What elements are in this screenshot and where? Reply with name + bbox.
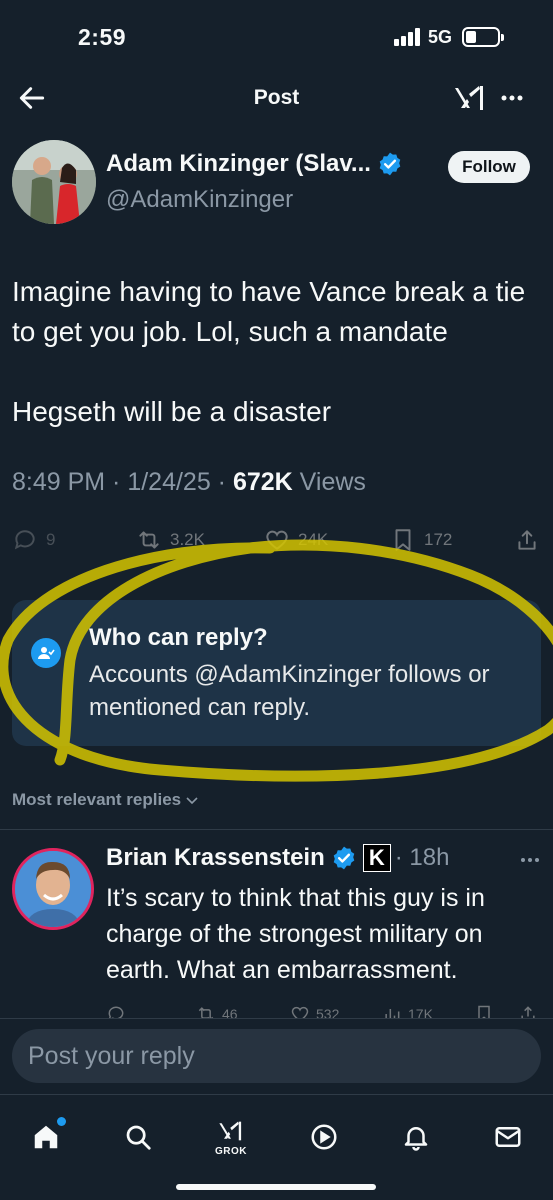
header: Post — [0, 70, 553, 126]
reply-name-row: Brian Krassenstein K · 18h — [106, 844, 449, 872]
nav-grok[interactable]: GROK — [203, 1109, 259, 1165]
sort-replies-label: Most relevant replies — [12, 790, 182, 809]
repost-count: 3.2K — [170, 530, 205, 549]
author-avatar[interactable] — [12, 140, 96, 224]
notification-dot — [57, 1117, 66, 1126]
nav-messages[interactable] — [480, 1109, 536, 1165]
grok-label: GROK — [215, 1146, 247, 1157]
post-actions: 9 3.2K 24K 172 — [0, 522, 553, 558]
reply-more-options-icon[interactable] — [518, 848, 542, 872]
status-time: 2:59 — [78, 24, 127, 50]
status-bar: 2:59 5G — [0, 0, 553, 70]
battery-icon — [462, 27, 504, 47]
divider — [0, 829, 553, 830]
more-options-icon[interactable] — [498, 84, 526, 112]
share-icon — [518, 530, 536, 550]
reply-count: 9 — [46, 530, 56, 549]
verified-badge-icon — [333, 846, 355, 870]
home-icon — [34, 1125, 58, 1149]
reply-action[interactable]: 9 — [12, 522, 55, 558]
author-name-row: Adam Kinzinger (Slav... — [106, 150, 403, 178]
post-text-line: Hegseth will be a disaster — [12, 396, 332, 427]
who-can-reply-text: Accounts @AdamKinzinger follows or menti… — [89, 661, 490, 721]
network-label: 5G — [428, 27, 453, 47]
post-text-line: Imagine having to have Vance break a tie… — [12, 276, 526, 347]
repost-action[interactable]: 3.2K — [136, 522, 205, 558]
who-can-reply-title: Who can reply? — [89, 624, 268, 651]
post-text: Imagine having to have Vance break a tie… — [12, 272, 542, 432]
like-count: 24K — [298, 530, 329, 549]
views-count[interactable]: 672K — [233, 468, 293, 496]
signal-icon — [394, 28, 422, 46]
author-name[interactable]: Adam Kinzinger (Slav... — [106, 150, 371, 178]
reply-author-name[interactable]: Brian Krassenstein — [106, 844, 325, 872]
post-timestamp: 8:49 PM · 1/24/25 · — [12, 468, 233, 496]
like-action[interactable]: 24K — [264, 522, 328, 558]
reply-text: It’s scary to think that this guy is in … — [106, 884, 485, 984]
reply-timestamp: · 18h — [394, 844, 450, 871]
who-can-reply-card: Who can reply? Accounts @AdamKinzinger f… — [12, 600, 541, 746]
nav-video[interactable] — [296, 1109, 352, 1165]
nav-home[interactable] — [18, 1109, 74, 1165]
bell-icon — [404, 1127, 428, 1151]
author-handle: @AdamKinzinger — [106, 186, 294, 213]
nav-notifications[interactable] — [388, 1109, 444, 1165]
post-meta: 8:49 PM · 1/24/25 · 672K Views — [12, 468, 366, 497]
views-label: Views — [292, 468, 366, 496]
grok-icon[interactable] — [452, 80, 488, 116]
reply-icon — [14, 530, 35, 550]
verified-badge-icon — [379, 152, 401, 176]
grok-icon — [219, 1121, 242, 1141]
affiliate-badge: K — [362, 844, 391, 872]
repost-icon — [139, 531, 159, 549]
user-check-icon — [31, 638, 61, 668]
search-icon — [126, 1125, 151, 1150]
heart-icon — [266, 530, 288, 550]
chevron-down-icon — [186, 797, 198, 805]
bookmark-icon — [395, 529, 411, 551]
home-indicator[interactable] — [176, 1184, 376, 1190]
follow-button[interactable]: Follow — [448, 151, 530, 183]
bookmark-count: 172 — [424, 530, 453, 549]
nav-search[interactable] — [110, 1109, 166, 1165]
mail-icon — [495, 1127, 521, 1147]
play-circle-icon — [311, 1124, 337, 1150]
reply-input[interactable] — [12, 1029, 541, 1083]
sort-replies-dropdown[interactable]: Most relevant replies — [12, 790, 199, 810]
bookmark-action[interactable]: 172 — [390, 522, 452, 558]
reply-author-avatar[interactable] — [12, 848, 94, 930]
share-action[interactable] — [514, 522, 548, 558]
